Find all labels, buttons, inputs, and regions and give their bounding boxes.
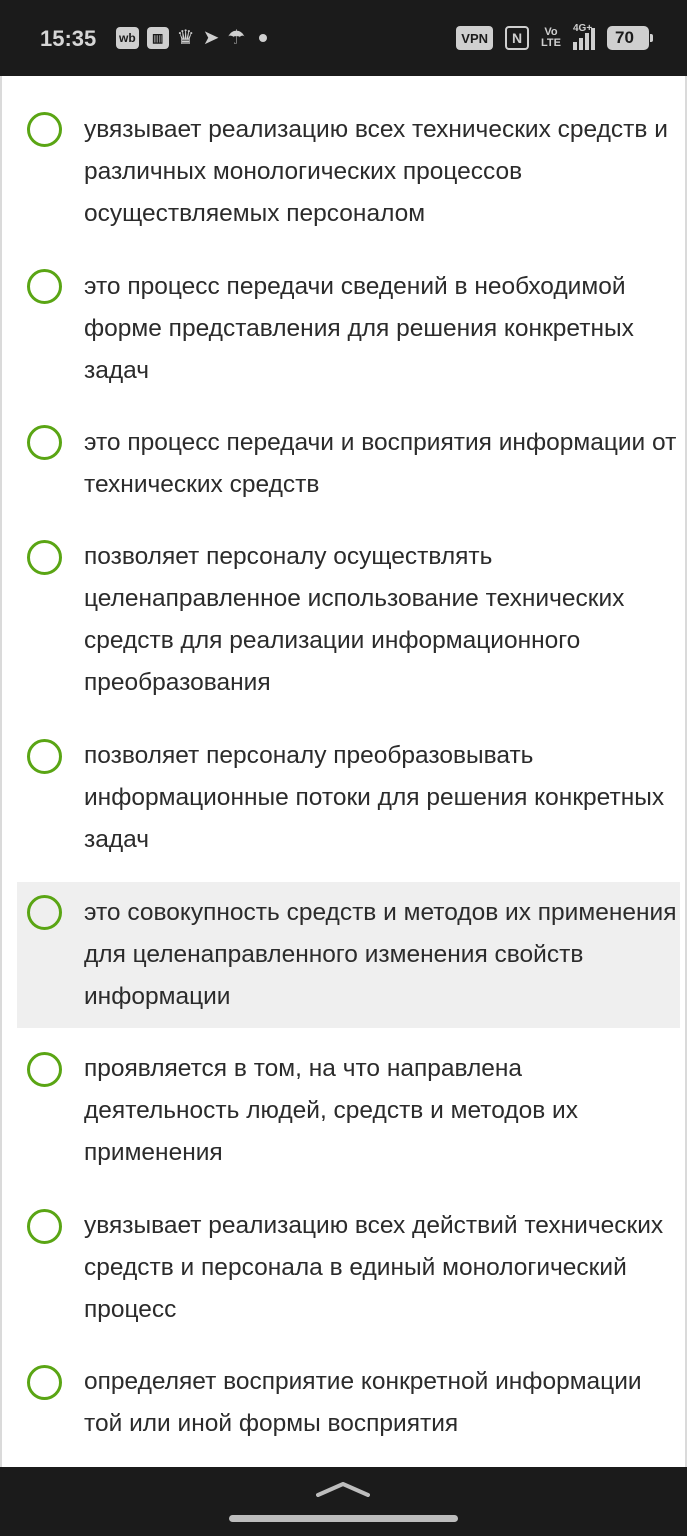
radio-button[interactable] bbox=[27, 1052, 62, 1087]
answer-option[interactable]: увязывает реализацию всех действий техни… bbox=[17, 1192, 680, 1342]
telegram-icon: ➤ bbox=[202, 27, 220, 49]
radio-button[interactable] bbox=[27, 739, 62, 774]
answer-option[interactable]: увязывает реализацию всех технических ср… bbox=[17, 95, 680, 245]
radio-button[interactable] bbox=[27, 895, 62, 930]
nfc-icon: N bbox=[505, 26, 530, 50]
answer-option[interactable]: определяет восприятие конкретной информа… bbox=[17, 1349, 680, 1459]
notification-icons: wb ▥ ♛ ➤ ☂ bbox=[116, 27, 268, 49]
gov-emblem-icon: ♛ bbox=[176, 27, 195, 49]
answer-option[interactable]: проявляется в том, на что направлена дея… bbox=[17, 1035, 680, 1185]
home-gesture-handle[interactable] bbox=[229, 1515, 458, 1522]
answer-option-text: увязывает реализацию всех технических ср… bbox=[84, 116, 668, 227]
battery-icon: 70 bbox=[607, 26, 653, 50]
network-type-label: 4G+ bbox=[573, 23, 593, 34]
answer-option-text: определяет восприятие конкретной информа… bbox=[84, 1368, 642, 1437]
answer-option-text: позволяет персоналу осуществлять целенап… bbox=[84, 543, 625, 696]
answer-option-text: проявляется в том, на что направлена дея… bbox=[84, 1055, 578, 1166]
navigation-bar bbox=[0, 1467, 687, 1536]
volte-bottom-label: LTE bbox=[541, 37, 561, 49]
system-icons: VPN N Vo LTE 4G+ 70 bbox=[456, 23, 653, 50]
radio-button[interactable] bbox=[27, 540, 62, 575]
vpn-icon: VPN bbox=[456, 26, 494, 50]
radio-button[interactable] bbox=[27, 269, 62, 304]
wallet-app-icon: ▥ bbox=[146, 27, 169, 49]
umbrella-icon: ☂ bbox=[227, 27, 246, 49]
answer-option[interactable]: это процесс передачи и восприятия информ… bbox=[17, 409, 680, 517]
answer-option-text: позволяет персоналу преобразовывать инфо… bbox=[84, 742, 665, 853]
wb-app-icon: wb bbox=[116, 27, 139, 49]
answer-options-list: увязывает реализацию всех технических ср… bbox=[0, 76, 687, 1467]
radio-button[interactable] bbox=[27, 112, 62, 147]
signal-bar bbox=[585, 33, 589, 50]
radio-button[interactable] bbox=[27, 1209, 62, 1244]
more-dot-icon bbox=[259, 34, 268, 42]
answer-option-text: это процесс передачи сведений в необходи… bbox=[84, 273, 634, 384]
signal-icon: 4G+ bbox=[573, 23, 595, 50]
radio-button[interactable] bbox=[27, 425, 62, 460]
clock: 15:35 bbox=[40, 26, 97, 51]
answer-option-text: увязывает реализацию всех действий техни… bbox=[84, 1212, 664, 1323]
radio-button[interactable] bbox=[27, 1365, 62, 1400]
answer-option-text: это процесс передачи и восприятия информ… bbox=[84, 429, 677, 498]
status-bar: 15:35 wb ▥ ♛ ➤ ☂ VPN N Vo LTE 4G+ 70 bbox=[0, 0, 687, 76]
signal-bar bbox=[573, 42, 577, 50]
answer-option[interactable]: это процесс передачи сведений в необходи… bbox=[17, 252, 680, 402]
answer-option-text: это совокупность средств и методов их пр… bbox=[84, 899, 677, 1010]
answer-option-highlighted[interactable]: это совокупность средств и методов их пр… bbox=[17, 882, 680, 1028]
battery-level: 70 bbox=[615, 28, 634, 47]
signal-bar bbox=[579, 38, 583, 50]
chevron-up-icon[interactable] bbox=[316, 1481, 370, 1497]
answer-option[interactable]: позволяет персоналу осуществлять целенап… bbox=[17, 523, 680, 715]
volte-icon: Vo LTE bbox=[541, 27, 561, 49]
answer-option[interactable]: позволяет персоналу преобразовывать инфо… bbox=[17, 722, 680, 872]
